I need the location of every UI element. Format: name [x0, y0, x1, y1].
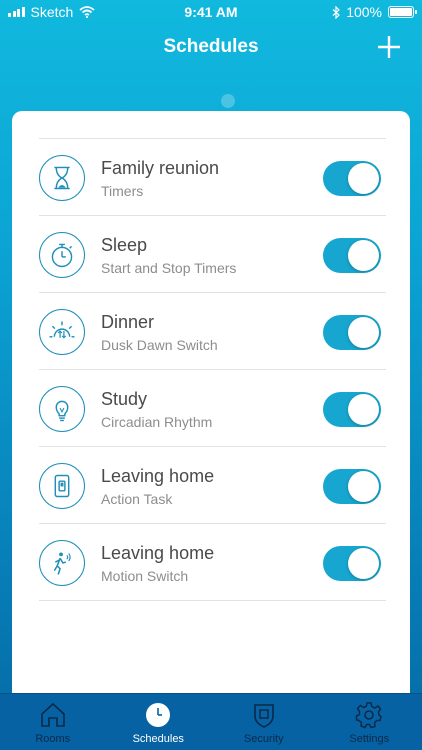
status-bar: Sketch 9:41 AM 100%: [0, 0, 422, 24]
schedule-row-leaving-home-action[interactable]: Leaving home Action Task: [39, 447, 386, 524]
status-right: 100%: [332, 4, 417, 20]
schedule-subtitle: Timers: [101, 183, 144, 199]
toggle-knob: [348, 394, 379, 425]
clock-icon: [146, 703, 171, 727]
schedule-title: Sleep: [101, 235, 148, 255]
hourglass-icon: [39, 155, 85, 201]
toggle-knob: [348, 163, 379, 194]
toggle-knob: [348, 548, 379, 579]
sunrise-icon: [39, 309, 85, 355]
schedule-subtitle: Dusk Dawn Switch: [101, 337, 218, 353]
stopwatch-icon: [39, 232, 85, 278]
schedule-row-dinner[interactable]: Dinner Dusk Dawn Switch: [39, 293, 386, 370]
house-icon: [40, 702, 65, 727]
tab-label: Rooms: [35, 733, 71, 745]
schedule-subtitle: Circadian Rhythm: [101, 414, 213, 430]
page-title: Schedules: [163, 36, 259, 57]
tab-label: Security: [243, 733, 284, 745]
shield-icon: [253, 704, 274, 728]
tab-label: Schedules: [132, 733, 184, 745]
schedule-title: Leaving home: [101, 543, 215, 563]
tab-rooms[interactable]: Rooms: [0, 694, 106, 750]
toggle-knob: [348, 317, 379, 348]
tab-settings[interactable]: Settings: [317, 694, 422, 750]
decorative-dot: [221, 94, 235, 108]
schedule-subtitle: Motion Switch: [101, 568, 189, 584]
schedule-subtitle: Start and Stop Timers: [101, 260, 237, 276]
schedules-card: Family reunion Timers Sleep Start and St…: [12, 111, 410, 711]
schedule-toggle[interactable]: [323, 546, 381, 581]
schedule-subtitle: Action Task: [101, 491, 173, 507]
schedule-row-sleep[interactable]: Sleep Start and Stop Timers: [39, 216, 386, 293]
schedule-row-family-reunion[interactable]: Family reunion Timers: [39, 139, 386, 216]
battery-icon: [388, 6, 417, 18]
plus-icon: [378, 36, 400, 58]
motion-person-icon: [39, 540, 85, 586]
add-schedule-button[interactable]: [376, 34, 402, 60]
bluetooth-icon: [332, 5, 341, 19]
tab-bar: Rooms Schedules Security Settings: [0, 693, 422, 750]
tab-security[interactable]: Security: [211, 694, 317, 750]
toggle-knob: [348, 471, 379, 502]
schedule-title: Dinner: [101, 312, 155, 332]
schedule-row-study[interactable]: Study Circadian Rhythm: [39, 370, 386, 447]
schedule-title: Leaving home: [101, 466, 215, 486]
schedule-toggle[interactable]: [323, 392, 381, 427]
tab-label: Settings: [349, 733, 390, 745]
schedule-title: Study: [101, 389, 148, 409]
toggle-knob: [348, 240, 379, 271]
schedule-title: Family reunion: [101, 158, 220, 178]
schedule-list: Family reunion Timers Sleep Start and St…: [39, 138, 386, 601]
switch-panel-icon: [39, 463, 85, 509]
gear-icon: [356, 702, 383, 729]
schedule-toggle[interactable]: [323, 161, 381, 196]
tab-schedules[interactable]: Schedules: [106, 694, 212, 750]
battery-percent: 100%: [346, 4, 382, 20]
schedule-toggle[interactable]: [323, 238, 381, 273]
schedule-toggle[interactable]: [323, 315, 381, 350]
lightbulb-icon: [39, 386, 85, 432]
schedule-row-leaving-home-motion[interactable]: Leaving home Motion Switch: [39, 524, 386, 601]
schedule-toggle[interactable]: [323, 469, 381, 504]
